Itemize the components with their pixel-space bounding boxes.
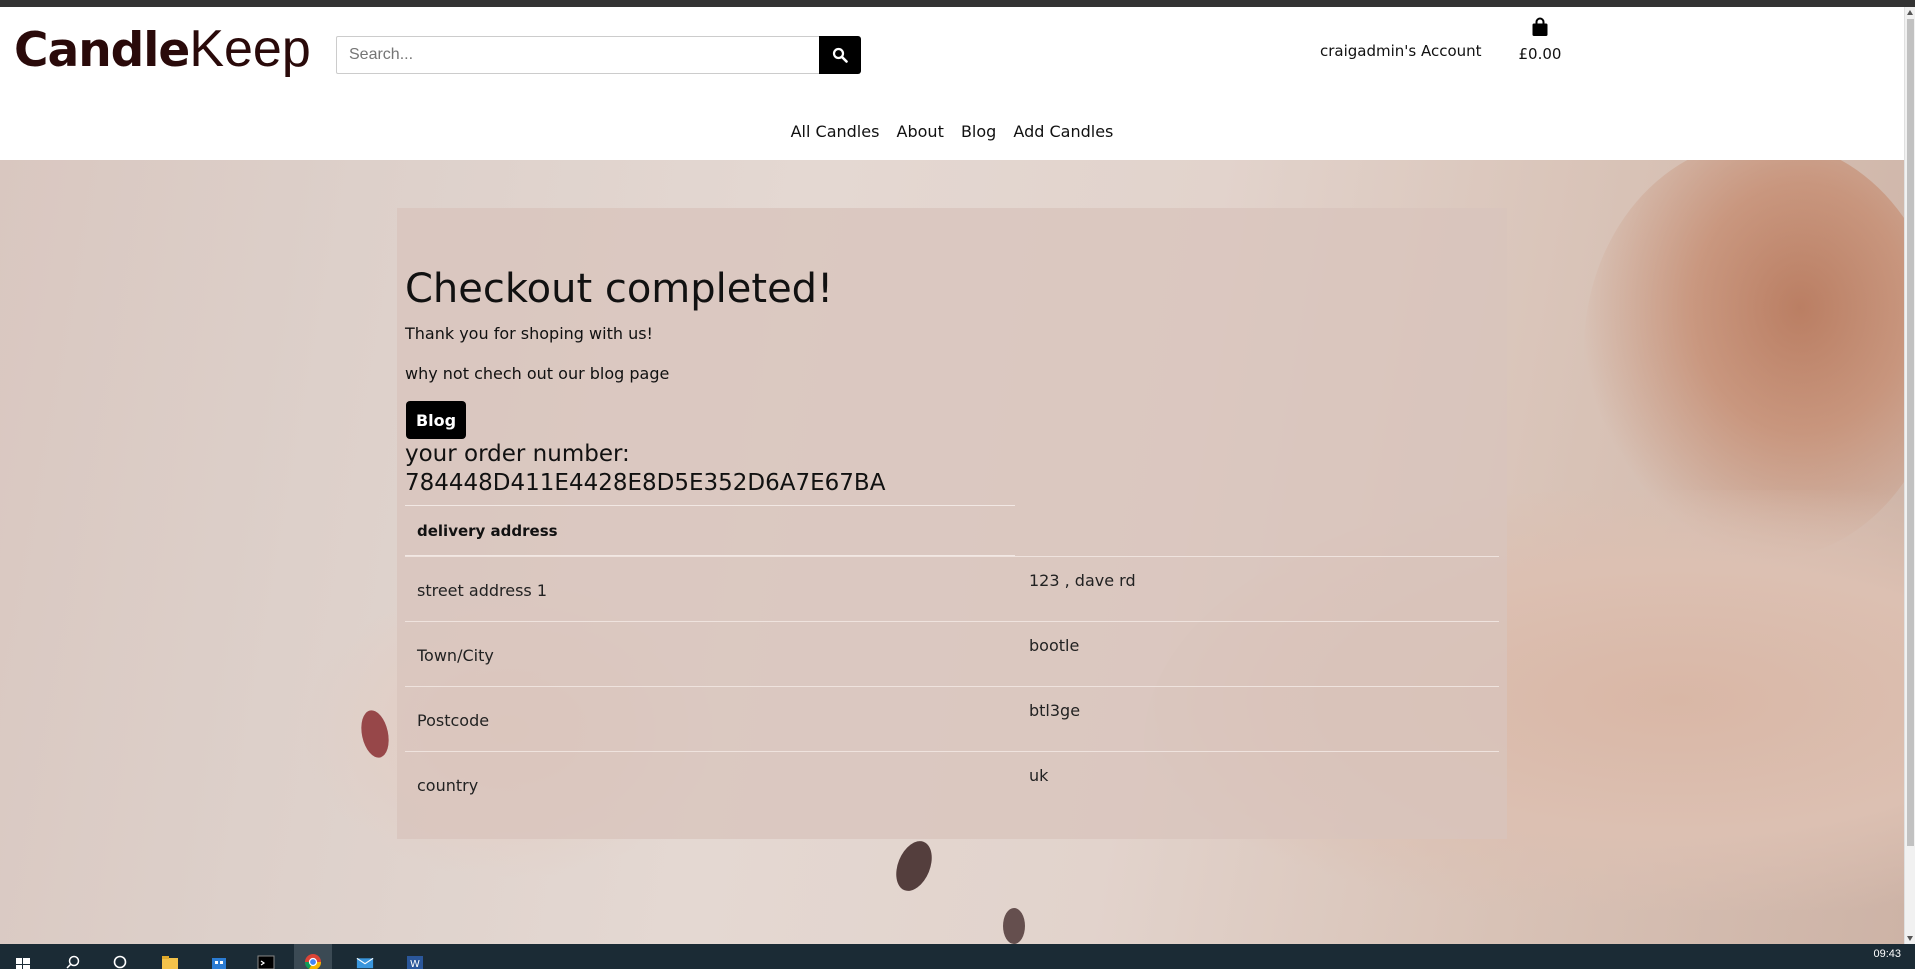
checkout-panel: Checkout completed! Thank you for shopin… [397, 208, 1507, 839]
cortana-icon[interactable] [111, 950, 129, 969]
address-row-postcode: Postcode btl3ge [405, 686, 1499, 751]
address-row-town: Town/City bootle [405, 621, 1499, 686]
address-label: country [417, 776, 479, 795]
search-input[interactable] [336, 36, 820, 74]
scroll-down-arrow-icon[interactable] [1907, 936, 1913, 941]
browser-top-strip [0, 0, 1915, 7]
nav-add-candles[interactable]: Add Candles [1013, 122, 1113, 141]
address-label: Postcode [417, 711, 490, 730]
site-header: CandleKeep craigadmin's Account £0.00 Al… [0, 7, 1904, 160]
cart-link[interactable]: £0.00 [1516, 17, 1564, 63]
order-number-label: your order number: [405, 441, 630, 467]
cart-total: £0.00 [1518, 45, 1562, 63]
windows-start-icon[interactable] [14, 950, 32, 969]
address-row-country: country uk [405, 751, 1499, 816]
address-value: uk [1029, 766, 1049, 785]
address-value: bootle [1029, 636, 1080, 655]
site-logo[interactable]: CandleKeep [14, 19, 311, 79]
page-title: Checkout completed! [405, 266, 834, 312]
search-icon[interactable] [64, 950, 82, 969]
search-button[interactable] [819, 36, 861, 74]
search-icon [832, 47, 848, 63]
address-value: btl3ge [1029, 701, 1081, 720]
delivery-address-heading: delivery address [417, 522, 558, 540]
divider [405, 505, 1015, 506]
logo-text-candle: Candle [14, 23, 190, 78]
store-icon[interactable] [210, 950, 228, 969]
svg-text:W: W [410, 959, 420, 969]
os-taskbar: W 09:43 [0, 944, 1915, 969]
word-icon[interactable]: W [406, 950, 424, 969]
search-bar [336, 36, 861, 74]
hero-nail-shape [889, 835, 939, 897]
shopping-bag-icon [1532, 17, 1548, 36]
logo-text-keep: Keep [189, 20, 311, 78]
account-link[interactable]: craigadmin's Account [1320, 42, 1482, 60]
address-value: 123 , dave rd [1029, 571, 1136, 590]
nav-all-candles[interactable]: All Candles [791, 122, 880, 141]
main-nav: All Candles About Blog Add Candles [0, 122, 1904, 141]
address-row-street: street address 1 123 , dave rd [405, 556, 1499, 621]
blog-prompt-text: why not chech out our blog page [405, 364, 670, 383]
nav-about[interactable]: About [897, 122, 944, 141]
address-label: street address 1 [417, 581, 548, 600]
hero-nail-shape [1003, 908, 1025, 944]
page-scrollbar[interactable] [1904, 7, 1915, 944]
taskbar-clock[interactable]: 09:43 [1873, 948, 1901, 960]
scrollbar-thumb[interactable] [1907, 19, 1914, 846]
address-label: Town/City [417, 646, 494, 665]
mail-icon[interactable] [356, 950, 374, 969]
file-explorer-icon[interactable] [161, 950, 179, 969]
scroll-up-arrow-icon[interactable] [1907, 10, 1913, 15]
nav-blog[interactable]: Blog [961, 122, 996, 141]
terminal-icon[interactable] [257, 950, 275, 969]
chrome-icon[interactable] [304, 950, 322, 969]
blog-button[interactable]: Blog [406, 401, 466, 439]
thank-you-text: Thank you for shoping with us! [405, 324, 653, 343]
order-number-value: 784448D411E4428E8D5E352D6A7E67BA [405, 470, 886, 496]
